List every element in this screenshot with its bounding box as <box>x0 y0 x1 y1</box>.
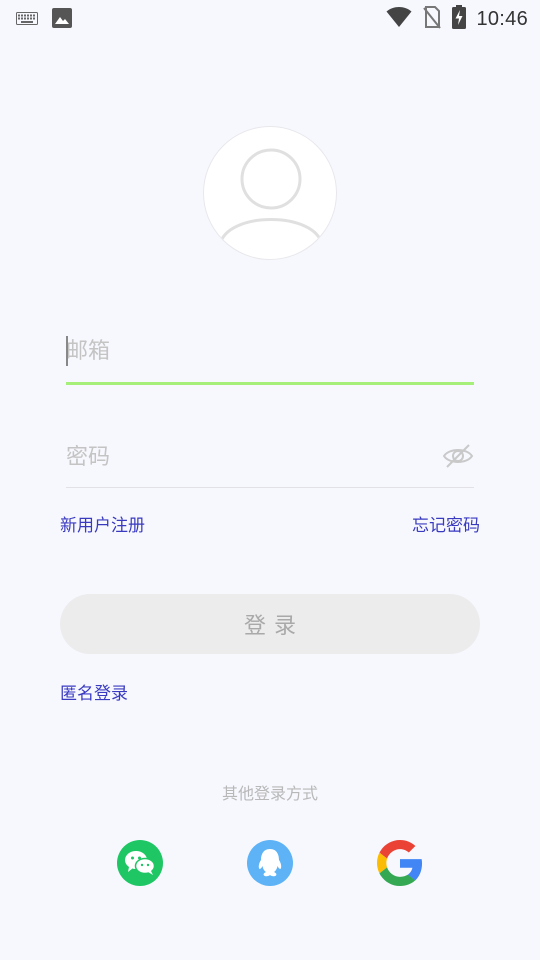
anonymous-login-link[interactable]: 匿名登录 <box>60 679 128 704</box>
wechat-icon <box>125 851 156 875</box>
email-field <box>66 328 474 386</box>
user-placeholder-icon <box>218 148 324 246</box>
google-login-button[interactable] <box>377 840 423 886</box>
wechat-login-button[interactable] <box>117 840 163 886</box>
password-underline <box>66 487 474 488</box>
google-icon <box>377 840 423 886</box>
status-bar-right: 10:46 <box>386 5 528 33</box>
keyboard-icon <box>16 11 38 30</box>
other-login-methods-label: 其他登录方式 <box>221 784 318 803</box>
avatar[interactable] <box>203 126 337 260</box>
register-link[interactable]: 新用户注册 <box>60 511 145 536</box>
status-time: 10:46 <box>476 7 528 30</box>
eye-off-icon[interactable] <box>442 442 474 470</box>
email-input[interactable] <box>66 328 474 374</box>
wifi-icon <box>386 6 412 32</box>
login-button[interactable]: 登录 <box>60 594 480 654</box>
password-input[interactable] <box>66 434 426 480</box>
email-underline <box>66 382 474 385</box>
qq-login-button[interactable] <box>247 840 293 886</box>
forgot-password-link[interactable]: 忘记密码 <box>412 511 480 536</box>
status-bar-left <box>16 8 72 32</box>
battery-charging-icon <box>452 5 467 33</box>
text-caret <box>66 336 68 366</box>
status-bar: 10:46 <box>0 0 540 36</box>
password-field <box>66 434 474 490</box>
image-icon <box>52 8 72 32</box>
no-sim-icon <box>422 5 442 33</box>
qq-icon <box>258 849 282 877</box>
login-screen: 10:46 新用户注册 忘记密码 登录 匿名登录 其他登录方式 <box>0 0 540 960</box>
